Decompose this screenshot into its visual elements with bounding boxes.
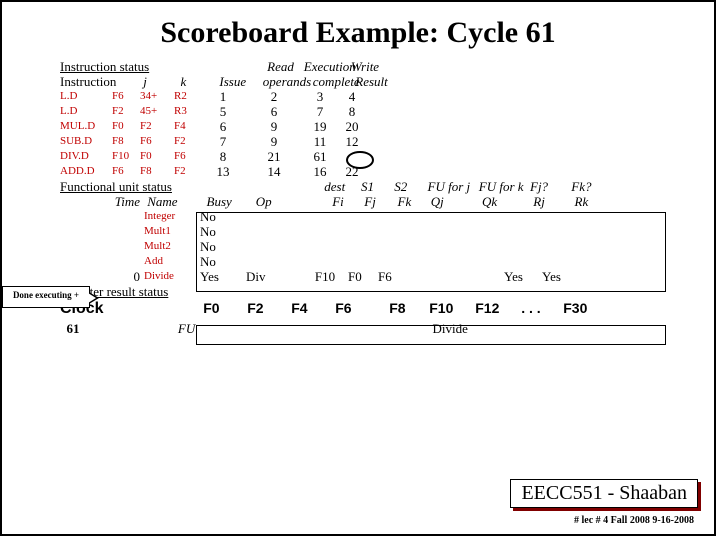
reg-result-box bbox=[196, 325, 666, 345]
instr-k: F4 bbox=[174, 120, 200, 133]
hdr-dest: dest bbox=[312, 180, 358, 195]
hdr-fjq: Fj? bbox=[530, 180, 568, 195]
hdr-fkq: Fk? bbox=[571, 180, 601, 195]
instr-write: 20 bbox=[330, 120, 374, 135]
hdr-instruction: Instruction bbox=[60, 75, 140, 90]
hdr-qj: Qj bbox=[431, 195, 479, 210]
fu-status-box bbox=[196, 212, 666, 292]
instr-issue: 1 bbox=[200, 90, 246, 105]
instr-j: F6 bbox=[140, 135, 174, 148]
reg-col: F0 bbox=[203, 300, 247, 316]
hdr-fj: Fj bbox=[364, 195, 394, 210]
slide: Scoreboard Example: Cycle 61 Instruction… bbox=[0, 0, 716, 536]
hdr-k: k bbox=[181, 75, 207, 90]
instr-issue: 6 bbox=[200, 120, 246, 135]
done-executing-callout: Done executing + bbox=[2, 286, 90, 308]
hdr-fi: Fi bbox=[315, 195, 361, 210]
hdr-busy: Busy bbox=[207, 195, 253, 210]
clock-cycle: 61 bbox=[60, 322, 86, 337]
instr-row: MUL.DF0F2F4691920 bbox=[60, 120, 714, 135]
reg-col: F8 bbox=[389, 300, 429, 316]
instr-dst: F2 bbox=[112, 105, 140, 118]
instr-k: F6 bbox=[174, 150, 200, 163]
instr-k: F2 bbox=[174, 165, 200, 178]
slide-title: Scoreboard Example: Cycle 61 bbox=[2, 16, 714, 50]
instr-dst: F0 bbox=[112, 120, 140, 133]
instr-row: ADD.DF6F8F213141622 bbox=[60, 165, 714, 180]
reg-col: F6 bbox=[335, 300, 389, 316]
content-area: Instruction status Read Execution Write … bbox=[60, 60, 714, 340]
hdr-fk: Fk bbox=[398, 195, 428, 210]
hdr-rj: Rj bbox=[533, 195, 571, 210]
instr-issue: 5 bbox=[200, 105, 246, 120]
instr-dst: F6 bbox=[112, 90, 140, 103]
instr-j: F8 bbox=[140, 165, 174, 178]
hdr-rk: Rk bbox=[575, 195, 605, 210]
hdr-qk: Qk bbox=[482, 195, 530, 210]
instr-j: F2 bbox=[140, 120, 174, 133]
instr-dst: F10 bbox=[112, 150, 140, 163]
instr-op: MUL.D bbox=[60, 120, 112, 133]
highlight-circle bbox=[346, 151, 374, 169]
hdr-fuk: FU for k bbox=[479, 180, 527, 195]
hdr-result: Result bbox=[350, 75, 394, 90]
reg-col: F30 bbox=[563, 300, 603, 316]
fu-name: Mult1 bbox=[144, 225, 200, 238]
instr-row: DIV.DF10F0F682161 bbox=[60, 150, 714, 165]
fu-name: Divide bbox=[144, 270, 200, 283]
instr-issue: 8 bbox=[200, 150, 246, 165]
instr-row: SUB.DF8F6F2791112 bbox=[60, 135, 714, 150]
hdr-issue: Issue bbox=[210, 75, 256, 90]
instr-op: L.D bbox=[60, 90, 112, 103]
hdr-s1: S1 bbox=[361, 180, 391, 195]
hdr-fu-status: Functional unit status bbox=[60, 180, 200, 195]
hdr-fuj: FU for j bbox=[428, 180, 476, 195]
instr-op: L.D bbox=[60, 105, 112, 118]
instr-dst: F8 bbox=[112, 135, 140, 148]
fu-time: 0 bbox=[60, 270, 144, 285]
footer-title: EECC551 - Shaaban bbox=[510, 479, 698, 508]
instr-op: ADD.D bbox=[60, 165, 112, 178]
reg-col: . . . bbox=[521, 300, 563, 316]
instr-j: 34+ bbox=[140, 90, 174, 103]
reg-col: F2 bbox=[247, 300, 291, 316]
hdr-write: Write bbox=[343, 60, 387, 75]
fu-name: Add bbox=[144, 255, 200, 268]
hdr-name: Name bbox=[147, 195, 203, 210]
instr-op: SUB.D bbox=[60, 135, 112, 148]
hdr-j: j bbox=[143, 75, 177, 90]
hdr-s2: S2 bbox=[394, 180, 424, 195]
hdr-op: Op bbox=[256, 195, 312, 210]
footer-subtitle: # lec # 4 Fall 2008 9-16-2008 bbox=[574, 515, 694, 526]
reg-col: F12 bbox=[475, 300, 521, 316]
instr-j: F0 bbox=[140, 150, 174, 163]
instr-k: R3 bbox=[174, 105, 200, 118]
fu-label: FU bbox=[89, 322, 203, 337]
instr-exec: 61 bbox=[292, 150, 348, 165]
instr-row: L.DF634+R21234 bbox=[60, 90, 714, 105]
reg-col: F4 bbox=[291, 300, 335, 316]
instr-issue: 13 bbox=[200, 165, 246, 180]
hdr-instr-status: Instruction status bbox=[60, 60, 200, 75]
instr-write: 12 bbox=[330, 135, 374, 150]
instr-write: 4 bbox=[330, 90, 374, 105]
instr-dst: F6 bbox=[112, 165, 140, 178]
instr-op: DIV.D bbox=[60, 150, 112, 163]
instr-k: F2 bbox=[174, 135, 200, 148]
hdr-time: Time bbox=[60, 195, 144, 210]
instr-k: R2 bbox=[174, 90, 200, 103]
instr-issue: 7 bbox=[200, 135, 246, 150]
instr-row: L.DF245+R35678 bbox=[60, 105, 714, 120]
instr-j: 45+ bbox=[140, 105, 174, 118]
fu-name: Mult2 bbox=[144, 240, 200, 253]
fu-name: Integer bbox=[144, 210, 200, 223]
hdr-operands: operands bbox=[259, 75, 315, 90]
reg-col: F10 bbox=[429, 300, 475, 316]
hdr-read: Read bbox=[253, 60, 309, 75]
instr-write: 8 bbox=[330, 105, 374, 120]
